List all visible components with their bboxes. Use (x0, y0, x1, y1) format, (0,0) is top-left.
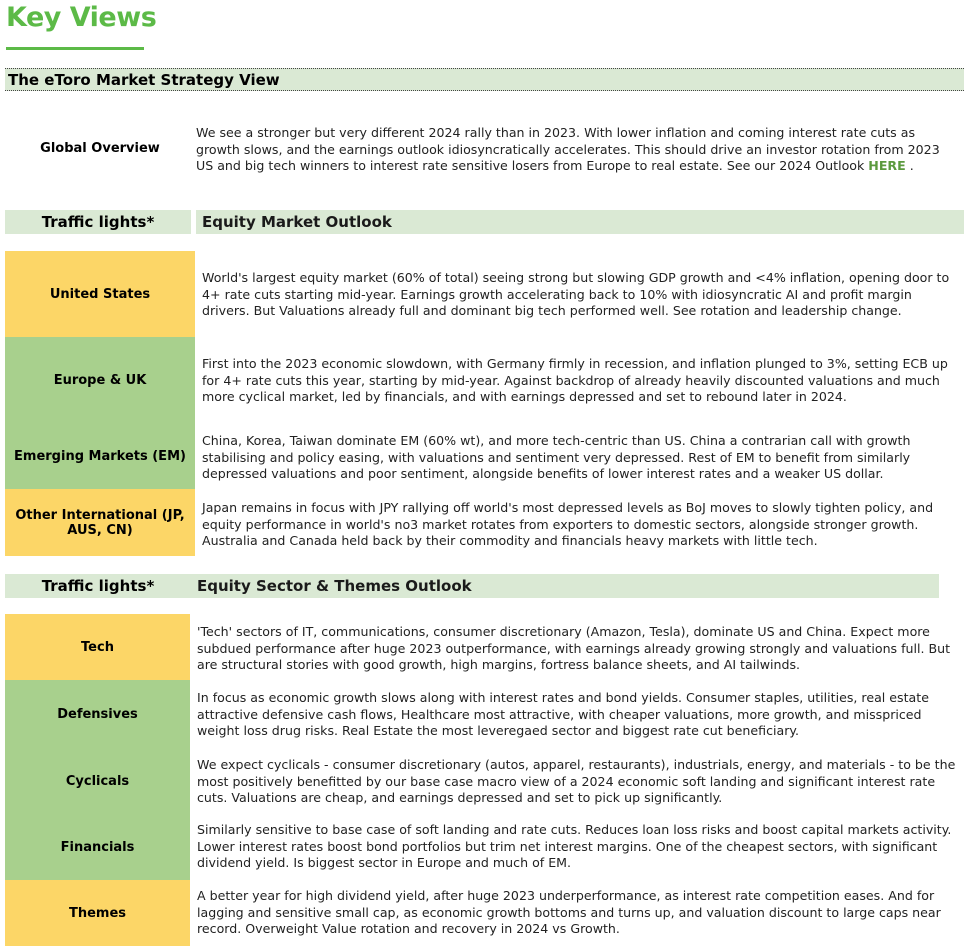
market-label-other-international: Other International (JP, AUS, CN) (15, 507, 185, 538)
sector-label-cyclicals: Cyclicals (65, 773, 130, 789)
market-text-united-states: World's largest equity market (60% of to… (202, 270, 950, 318)
market-label-united-states: United States (49, 286, 151, 302)
sector-text-defensives: In focus as economic growth slows along … (197, 690, 929, 738)
outlook-suffix: . (905, 158, 914, 173)
market-light-other-international: Other International (JP, AUS, CN) (5, 489, 195, 556)
global-overview-label: Global Overview (40, 141, 160, 156)
sector-label-financials: Financials (60, 839, 135, 855)
sector-label-tech: Tech (81, 639, 114, 655)
sector-light-defensives: Defensives (5, 680, 190, 748)
market-text-emerging-markets: China, Korea, Taiwan dominate EM (60% wt… (202, 433, 911, 481)
sector-outlook-title: Equity Sector & Themes Outlook (197, 577, 472, 595)
sector-light-tech: Tech (5, 614, 190, 680)
market-light-europe-uk: Europe & UK (5, 337, 195, 423)
market-label-europe-uk: Europe & UK (53, 372, 147, 388)
market-light-united-states: United States (5, 251, 195, 337)
sector-label-themes: Themes (68, 905, 127, 921)
sector-label-defensives: Defensives (57, 706, 138, 722)
sector-text-financials: Similarly sensitive to base case of soft… (197, 822, 952, 870)
market-outlook-title: Equity Market Outlook (202, 213, 392, 231)
market-label-emerging-markets: Emerging Markets (EM) (14, 448, 186, 464)
sector-text-themes: A better year for high dividend yield, a… (197, 888, 941, 936)
sector-light-themes: Themes (5, 880, 190, 946)
title-underline (6, 47, 144, 50)
strategy-title: The eToro Market Strategy View (8, 71, 280, 89)
outlook-link[interactable]: HERE (868, 158, 905, 173)
sector-text-tech: 'Tech' sectors of IT, communications, co… (197, 624, 951, 672)
market-light-emerging-markets: Emerging Markets (EM) (5, 423, 195, 489)
market-text-other-international: Japan remains in focus with JPY rallying… (202, 500, 934, 548)
outlook-prefix: See our 2024 Outlook (726, 158, 869, 173)
global-overview-text: We see a stronger but very different 202… (196, 125, 956, 175)
sector-traffic-lights-label: Traffic lights* (41, 577, 155, 595)
sector-light-cyclicals: Cyclicals (5, 748, 190, 814)
sector-text-cyclicals: We expect cyclicals - consumer discretio… (197, 757, 956, 805)
sector-light-financials: Financials (5, 814, 190, 880)
page-title: Key Views (6, 2, 157, 33)
market-text-europe-uk: First into the 2023 economic slowdown, w… (202, 356, 948, 404)
market-traffic-lights-label: Traffic lights* (41, 213, 155, 231)
